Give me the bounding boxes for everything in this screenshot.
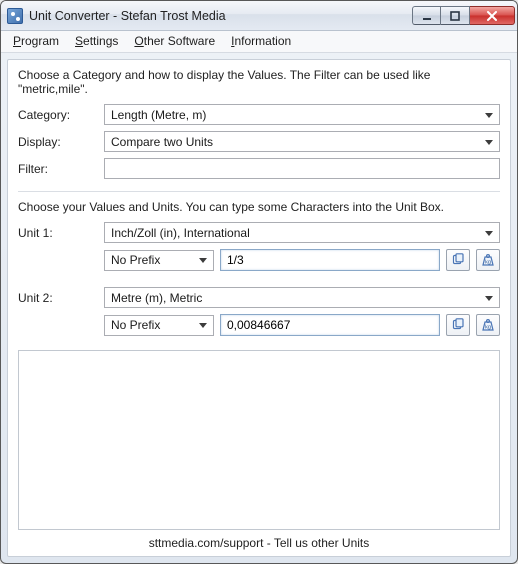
category-hint: Choose a Category and how to display the… [18,68,500,96]
app-icon [7,8,23,24]
app-window: Unit Converter - Stefan Trost Media Prog… [0,0,518,564]
menu-program[interactable]: Program [5,31,67,52]
unit2-value: 0,00846667 [227,318,290,332]
unit1-value-input[interactable]: 1/3 [220,249,440,271]
display-combo[interactable]: Compare two Units [104,131,500,152]
unit1-kg-button[interactable]: kg [476,249,500,271]
menu-information[interactable]: Information [223,31,299,52]
close-button[interactable] [470,6,515,25]
units-hint: Choose your Values and Units. You can ty… [18,200,500,214]
unit1-unit-value: Inch/Zoll (in), International [111,226,250,240]
minimize-icon [422,11,432,21]
window-title: Unit Converter - Stefan Trost Media [29,9,412,23]
unit2-unit-value: Metre (m), Metric [111,291,202,305]
unit2-kg-button[interactable]: kg [476,314,500,336]
unit1-prefix-value: No Prefix [111,253,160,267]
unit2-combo[interactable]: Metre (m), Metric [104,287,500,308]
category-combo[interactable]: Length (Metre, m) [104,104,500,125]
menubar: Program Settings Other Software Informat… [1,31,517,53]
category-value: Length (Metre, m) [111,108,206,122]
unit2-label: Unit 2: [18,291,98,305]
display-label: Display: [18,135,98,149]
unit2-prefix-value: No Prefix [111,318,160,332]
copy-icon [451,253,465,267]
divider-1 [18,191,500,192]
unit2-copy-button[interactable] [446,314,470,336]
titlebar[interactable]: Unit Converter - Stefan Trost Media [1,1,517,31]
filter-label: Filter: [18,162,98,176]
footer-link[interactable]: sttmedia.com/support - Tell us other Uni… [18,530,500,550]
menu-settings[interactable]: Settings [67,31,126,52]
minimize-button[interactable] [412,6,441,25]
unit2-value-input[interactable]: 0,00846667 [220,314,440,336]
maximize-button[interactable] [441,6,470,25]
unit1-prefix-combo[interactable]: No Prefix [104,250,214,271]
unit2-prefix-combo[interactable]: No Prefix [104,315,214,336]
category-label: Category: [18,108,98,122]
client-area: Choose a Category and how to display the… [7,59,511,557]
svg-text:kg: kg [485,260,491,266]
results-box[interactable] [18,350,500,530]
display-value: Compare two Units [111,135,213,149]
close-icon [486,11,498,21]
svg-text:kg: kg [485,325,491,331]
filter-input[interactable] [104,158,500,179]
unit1-value: 1/3 [227,253,244,267]
window-controls [412,6,515,25]
unit1-label: Unit 1: [18,226,98,240]
unit1-copy-button[interactable] [446,249,470,271]
kg-icon: kg [480,253,496,267]
unit1-combo[interactable]: Inch/Zoll (in), International [104,222,500,243]
kg-icon: kg [480,318,496,332]
maximize-icon [450,11,460,21]
menu-other-software[interactable]: Other Software [126,31,223,52]
copy-icon [451,318,465,332]
